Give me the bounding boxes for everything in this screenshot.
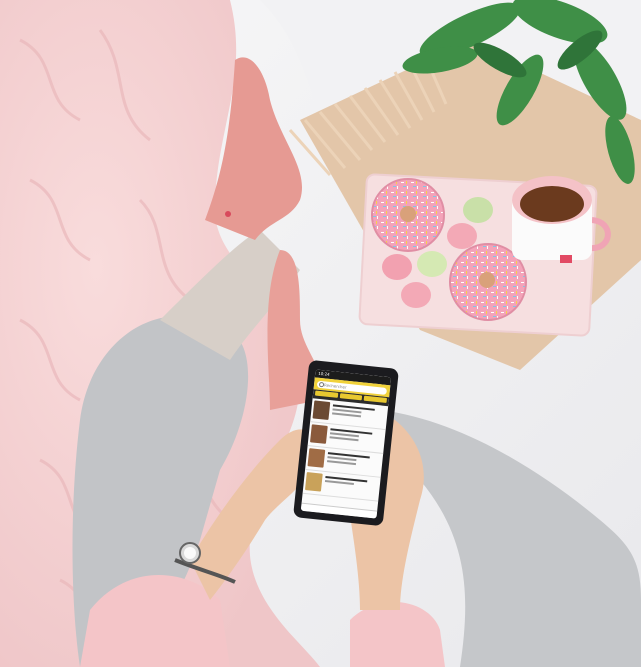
phone-thumbnail <box>304 472 323 492</box>
phone-status-time: 10:24 <box>317 370 330 377</box>
phone-search-placeholder: Rechercher <box>323 381 347 390</box>
lifestyle-photo: 10:24 Rechercher <box>0 0 641 667</box>
phone-tab <box>339 393 363 401</box>
phone-thumbnail <box>312 400 331 421</box>
phone-screen: 10:24 Rechercher <box>300 369 392 519</box>
phone-tab <box>314 390 338 398</box>
phone-tab <box>363 395 388 404</box>
donut-top <box>371 178 445 252</box>
search-icon <box>318 381 325 387</box>
phone-thumbnail <box>309 424 328 444</box>
phone-thumbnail <box>307 448 326 468</box>
photo-illustration <box>0 0 641 667</box>
